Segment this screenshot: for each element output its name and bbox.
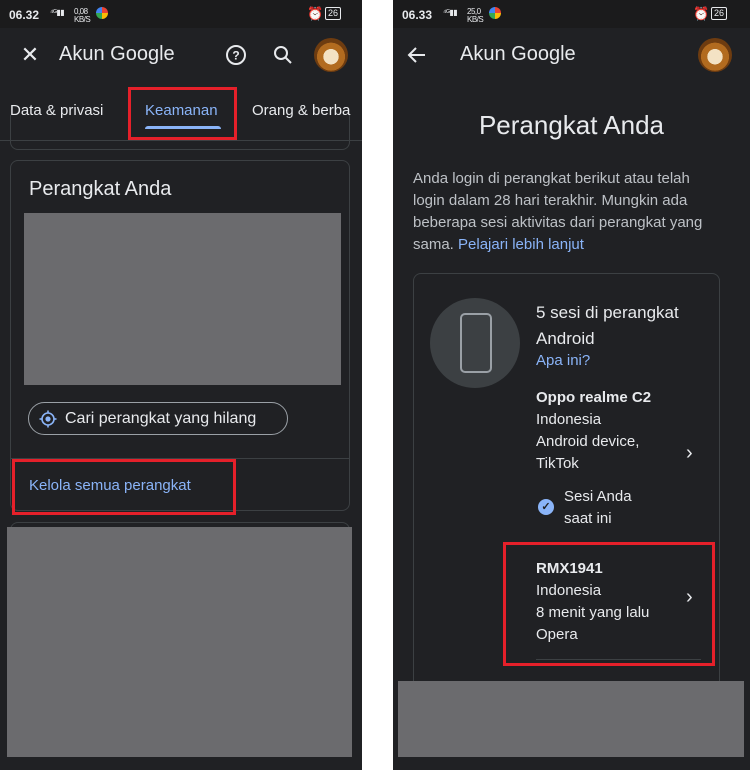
- device-location: Indonesia: [536, 411, 602, 428]
- device-last-active: 8 menit yang lalu: [536, 604, 650, 621]
- battery-indicator: 26: [325, 7, 342, 20]
- find-device-chip[interactable]: Cari perangkat yang hilang: [28, 402, 288, 435]
- current-session-label: Sesi Anda saat ini: [564, 488, 632, 527]
- back-arrow-icon[interactable]: [405, 43, 429, 67]
- device-app: TikTok: [536, 455, 579, 472]
- page-title: Perangkat Anda: [478, 110, 665, 140]
- chevron-right-icon: ›: [686, 586, 693, 608]
- devices-card: Perangkat Anda Cari perangkat yang hilan…: [10, 160, 350, 511]
- find-device-label: Cari perangkat yang hilang: [65, 409, 257, 427]
- redacted-device-image: [24, 213, 341, 385]
- signal-icon: ⁴ᴳ▮▮: [50, 8, 65, 17]
- chevron-right-icon: ›: [686, 442, 693, 464]
- status-bar: 06.32 ⁴ᴳ▮▮ 0,08 KB/S ⏰ 26: [0, 0, 362, 28]
- signal-icon: ⁴ᴳ▮▮: [443, 8, 458, 17]
- what-is-this-link[interactable]: Apa ini?: [536, 352, 590, 369]
- svg-text:?: ?: [232, 49, 239, 63]
- redacted-area: [398, 681, 744, 757]
- google-app-icon: [489, 7, 501, 19]
- google-app-icon: [96, 7, 108, 19]
- device-name: RMX1941: [536, 560, 603, 577]
- avatar[interactable]: [314, 38, 348, 72]
- card-title: Perangkat Anda: [29, 178, 172, 200]
- battery-indicator: 26: [711, 7, 728, 20]
- group-title: 5 sesi di perangkat Android: [536, 303, 679, 348]
- app-title: Akun Google: [460, 43, 576, 65]
- status-time: 06.32: [9, 8, 40, 22]
- device-location: Indonesia: [536, 582, 602, 599]
- manage-devices-link[interactable]: Kelola semua perangkat: [29, 477, 191, 494]
- help-icon[interactable]: ?: [224, 43, 248, 67]
- avatar[interactable]: [698, 38, 732, 72]
- device-app: Opera: [536, 626, 578, 643]
- location-icon: [39, 410, 57, 428]
- status-time: 06.33: [402, 8, 433, 22]
- phone-icon: [460, 313, 492, 373]
- left-screenshot: 06.32 ⁴ᴳ▮▮ 0,08 KB/S ⏰ 26 ✕ Akun Google …: [0, 0, 362, 770]
- alarm-icon: ⏰: [693, 6, 710, 21]
- right-screenshot: 06.33 ⁴ᴳ▮▮ 25,0 KB/S ⏰ 26 Akun Google Pe…: [393, 0, 750, 770]
- alarm-icon: ⏰: [307, 6, 324, 21]
- app-title: Akun Google: [59, 43, 175, 65]
- card-divider: [11, 458, 349, 459]
- row-divider: [536, 659, 701, 660]
- check-circle-icon: ✓: [538, 499, 554, 515]
- learn-more-link[interactable]: Pelajari lebih lanjut: [458, 236, 584, 253]
- net-speed: 25,0 KB/S: [467, 7, 484, 24]
- redacted-area: [7, 527, 352, 757]
- phone-illustration: [430, 298, 520, 388]
- intro-paragraph: Anda login di perangkat berikut atau tel…: [413, 168, 723, 256]
- search-icon[interactable]: [271, 43, 295, 67]
- device-name: Oppo realme C2: [536, 389, 652, 406]
- status-bar: 06.33 ⁴ᴳ▮▮ 25,0 KB/S ⏰ 26: [393, 0, 750, 28]
- previous-card: [10, 115, 350, 150]
- net-speed: 0,08 KB/S: [74, 7, 91, 24]
- close-icon[interactable]: ✕: [18, 42, 42, 67]
- device-type: Android device,: [536, 433, 640, 450]
- device-group-card: 5 sesi di perangkat Android Apa ini? Opp…: [413, 273, 720, 693]
